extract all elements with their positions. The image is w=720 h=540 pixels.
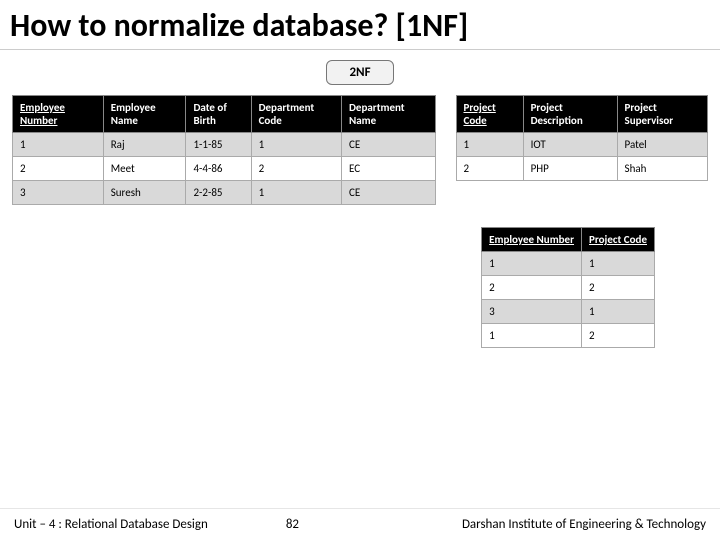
table-row: 3Suresh2-2-851CE [13,181,436,205]
table-row: 2PHPShah [456,157,708,181]
col-emp-name: Employee Name [103,96,186,133]
footer: Unit – 4 : Relational Database Design 82… [0,508,720,540]
footer-institute: Darshan Institute of Engineering & Techn… [327,517,706,532]
col-dob: Date of Birth [186,96,251,133]
employee-table: Employee Number Employee Name Date of Bi… [12,95,436,205]
col-link-proj: Project Code [582,228,655,252]
table-row: 11 [482,252,655,276]
table-row: 1Raj1-1-851CE [13,133,436,157]
table-row: 1IOTPatel [456,133,708,157]
col-emp-num: Employee Number [13,96,104,133]
project-table: Project Code Project Description Project… [456,95,709,181]
normal-form-badge: 2NF [326,60,394,85]
col-dept-name: Department Name [341,96,435,133]
col-proj-sup: Project Supervisor [617,96,707,133]
link-table: Employee Number Project Code 11 22 31 12 [481,227,655,348]
footer-page: 82 [286,517,299,532]
footer-unit: Unit – 4 : Relational Database Design [14,517,208,532]
table-row: 31 [482,300,655,324]
table-row: 12 [482,324,655,348]
col-dept-code: Department Code [251,96,341,133]
col-proj-code: Project Code [456,96,523,133]
col-link-emp: Employee Number [482,228,582,252]
table-row: 22 [482,276,655,300]
slide-title: How to normalize database? [1NF] [0,0,720,50]
col-proj-desc: Project Description [523,96,617,133]
table-row: 2Meet4-4-862EC [13,157,436,181]
